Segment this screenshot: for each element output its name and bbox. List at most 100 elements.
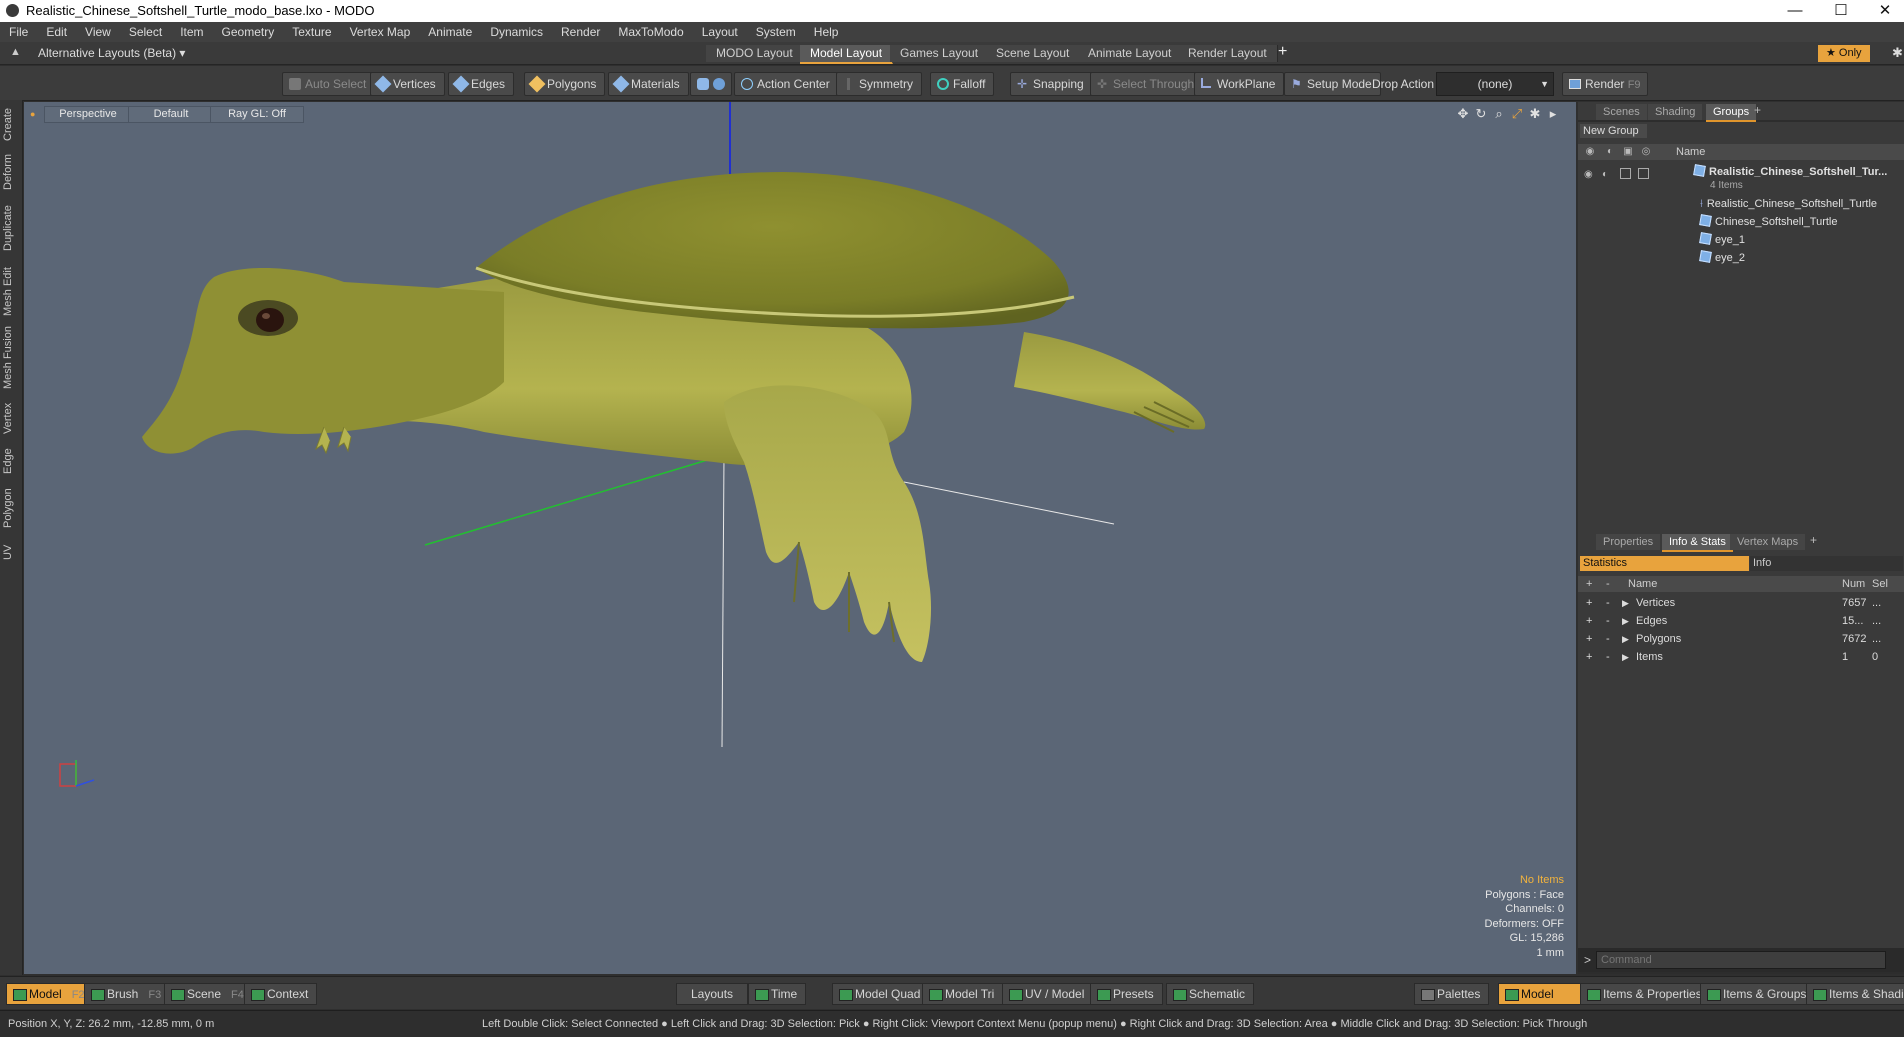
stats-row-num: 7672 [1842,633,1867,645]
menu-view[interactable]: View [76,22,120,42]
workplane-button[interactable]: WorkPlane [1194,72,1285,96]
presets-button[interactable]: Presets [1090,983,1163,1005]
stats-row-vertices[interactable]: + - ▶ Vertices 7657 ... [1578,594,1904,612]
tree-item-eye-1[interactable]: eye_1 [1699,232,1745,249]
stats-row-polygons[interactable]: + - ▶ Polygons 7672 ... [1578,630,1904,648]
model-tri-button[interactable]: Model Tri [922,983,1004,1005]
tab-create[interactable]: Create [2,104,20,144]
gear-icon[interactable]: ✱ [1892,45,1903,61]
tab-duplicate[interactable]: Duplicate [2,200,20,256]
close-button[interactable]: ✕ [1862,0,1904,22]
menu-edit[interactable]: Edit [37,22,76,42]
tree-item-locator[interactable]: ⟊ Realistic_Chinese_Softshell_Turtle [1700,196,1877,213]
time-button[interactable]: Time [748,983,807,1005]
scale-label: 1 mm [1536,946,1565,959]
new-group-button[interactable]: New Group [1580,124,1647,138]
stats-row-edges[interactable]: + - ▶ Edges 15... ... [1578,612,1904,630]
scene-mode-button[interactable]: Scene F4 [164,983,253,1005]
collapse-icon[interactable]: ▲ [10,46,21,58]
layouts-button[interactable]: Layouts [676,983,749,1005]
schematic-button[interactable]: Schematic [1166,983,1255,1005]
menu-help[interactable]: Help [805,22,848,42]
menu-item[interactable]: Item [171,22,212,42]
expand-all-icon[interactable]: + [1586,576,1592,592]
add-info-tab-button[interactable]: + [1810,533,1817,547]
vertices-button[interactable]: Vertices [370,72,445,96]
tree-item-eye-2[interactable]: eye_2 [1699,250,1745,267]
tab-vertex[interactable]: Vertex [2,398,20,438]
action-center-label-button[interactable]: Action Center [734,72,839,96]
add-layout-button[interactable]: + [1278,43,1287,61]
menu-texture[interactable]: Texture [283,22,340,42]
schematic-icon [1173,989,1187,1001]
menu-maxtomodo[interactable]: MaxToModo [609,22,692,42]
tab-edge[interactable]: Edge [2,444,20,478]
tab-mesh-fusion[interactable]: Mesh Fusion [2,326,20,390]
polygons-button[interactable]: Polygons [524,72,606,96]
tab-mesh-edit[interactable]: Mesh Edit [2,264,20,320]
action-center-button[interactable] [690,72,732,96]
snapping-button[interactable]: ✛ Snapping [1010,72,1093,96]
tab-info[interactable]: Info [1750,556,1903,571]
drop-action-select[interactable]: (none) ▼ [1436,72,1554,96]
context-button[interactable]: Context [244,983,318,1005]
minimize-button[interactable]: — [1772,0,1818,22]
model-layout-button[interactable]: Model [1498,983,1582,1005]
menu-vertex-map[interactable]: Vertex Map [341,22,420,42]
menu-dynamics[interactable]: Dynamics [481,22,552,42]
items-properties-button[interactable]: Items & Properties [1580,983,1711,1005]
maximize-button[interactable]: ☐ [1818,0,1864,22]
stats-row-items[interactable]: + - ▶ Items 1 0 [1578,648,1904,666]
menu-render[interactable]: Render [552,22,609,42]
3d-viewport[interactable]: ● Perspective Default Ray GL: Off ✥ ↻ ⌕ … [24,102,1576,974]
alternative-layouts-dropdown[interactable]: Alternative Layouts (Beta) ▾ [38,46,185,60]
tab-vertex-maps[interactable]: Vertex Maps [1730,534,1806,550]
menu-geometry[interactable]: Geometry [213,22,284,42]
tab-shading[interactable]: Shading [1648,104,1703,120]
materials-button[interactable]: Materials [608,72,689,96]
tab-statistics[interactable]: Statistics [1580,556,1749,571]
tab-scene-layout[interactable]: Scene Layout [986,45,1081,62]
items-groups-button[interactable]: Items & Groups [1700,983,1816,1005]
tab-groups[interactable]: Groups [1706,104,1757,122]
symmetry-button[interactable]: Symmetry [836,72,922,96]
uv-model-button[interactable]: UV / Model [1002,983,1094,1005]
add-tab-button[interactable]: + [1754,103,1761,117]
tab-animate-layout[interactable]: Animate Layout [1078,45,1183,62]
model-quad-button[interactable]: Model Quad [832,983,930,1005]
palettes-button[interactable]: Palettes [1414,983,1490,1005]
tab-scenes[interactable]: Scenes [1596,104,1647,120]
model-mode-button[interactable]: Model F2 [6,983,94,1005]
group-lock-checkbox[interactable] [1620,168,1631,179]
menu-select[interactable]: Select [120,22,171,42]
setup-mode-button[interactable]: ⚑ Setup Mode [1284,72,1381,96]
group-render-icon[interactable]: ◐ [1602,166,1616,180]
menu-system[interactable]: System [747,22,805,42]
tree-item-mesh[interactable]: Chinese_Softshell_Turtle [1699,214,1838,231]
tab-uv[interactable]: UV [2,540,20,564]
tab-model-layout[interactable]: Model Layout [800,45,894,64]
tab-games-layout[interactable]: Games Layout [890,45,990,62]
tab-properties[interactable]: Properties [1596,534,1661,550]
brush-mode-button[interactable]: Brush F3 [84,983,171,1005]
tab-info-stats[interactable]: Info & Stats [1662,534,1733,552]
edges-button[interactable]: Edges [448,72,515,96]
menu-file[interactable]: File [0,22,37,42]
items-shading-button[interactable]: Items & Shading [1806,983,1904,1005]
menu-animate[interactable]: Animate [419,22,481,42]
uv-icon [1009,989,1023,1001]
tab-modo-layout[interactable]: MODO Layout [706,45,804,62]
group-select-checkbox[interactable] [1638,168,1649,179]
tab-render-layout[interactable]: Render Layout [1178,45,1278,62]
group-visibility-icon[interactable]: ◉ [1584,166,1598,180]
command-input[interactable] [1596,951,1886,969]
menu-layout[interactable]: Layout [693,22,747,42]
render-button[interactable]: Render F9 [1562,72,1648,96]
falloff-button[interactable]: Falloff [930,72,995,96]
select-through-button[interactable]: ✜ Select Through [1090,72,1204,96]
tab-deform[interactable]: Deform [2,152,20,192]
only-toggle[interactable]: ★ Only [1818,45,1870,62]
collapse-all-icon[interactable]: - [1606,576,1610,592]
auto-select-button[interactable]: Auto Select [282,72,376,96]
tab-polygon[interactable]: Polygon [2,484,20,532]
